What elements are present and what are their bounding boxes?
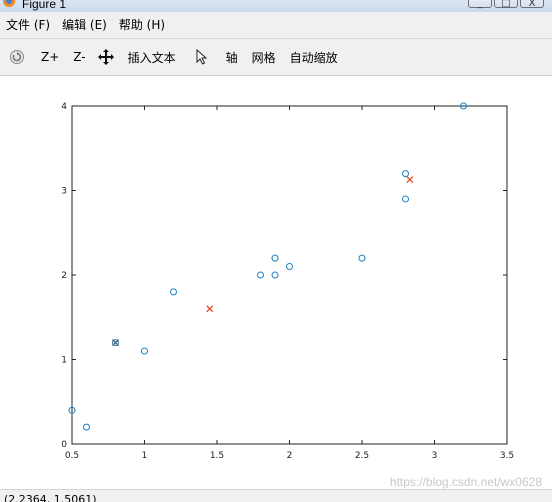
zoom-in-button[interactable]: Z+ (34, 44, 66, 70)
pan-icon (97, 49, 114, 65)
x-tick-label: 2.5 (355, 451, 369, 461)
data-point (402, 195, 409, 203)
y-tick-label: 1 (61, 356, 67, 366)
pan-button[interactable] (95, 44, 117, 70)
autoscale-button[interactable]: 自动缩放 (283, 44, 345, 70)
rotate-icon (10, 50, 24, 64)
menu-bar: 文件 (F) 编辑 (E) 帮助 (H) (0, 12, 552, 38)
toolbar: Z+ Z- 插入文本 轴 网格 自动缩放 (0, 38, 552, 76)
grid-button[interactable]: 网格 (245, 44, 283, 70)
data-point (170, 288, 177, 296)
window-controls: _ □ X (468, 0, 544, 9)
status-bar: (2.2364, 1.5061) (0, 489, 552, 502)
zoom-out-button[interactable]: Z- (66, 44, 92, 70)
y-tick-label: 4 (61, 102, 67, 112)
insert-text-button[interactable]: 插入文本 (121, 44, 183, 70)
data-point (141, 347, 148, 355)
scatter-plot[interactable]: 0.5 1 1.5 2 2.5 3 3.5 0 1 2 3 4 (0, 77, 552, 487)
axes-box (71, 105, 508, 445)
y-tick-label: 2 (61, 271, 67, 281)
x-tick-label: 2 (287, 451, 293, 461)
window-title: Figure 1 (22, 0, 67, 11)
data-point (358, 254, 366, 262)
data-point (402, 170, 409, 178)
data-point (286, 263, 293, 271)
cursor-icon (196, 49, 207, 65)
close-button[interactable]: X (520, 0, 544, 9)
data-point (83, 423, 90, 431)
menu-edit[interactable]: 编辑 (E) (56, 12, 113, 38)
data-point (257, 271, 264, 279)
y-tick-label: 3 (61, 187, 67, 197)
watermark: https://blog.csdn.net/wx0628 (389, 475, 542, 489)
menu-help[interactable]: 帮助 (H) (113, 12, 171, 38)
title-bar: Figure 1 _ □ X (0, 0, 552, 12)
matlab-icon (3, 0, 15, 7)
data-point (271, 271, 279, 279)
menu-file[interactable]: 文件 (F) (0, 12, 56, 38)
data-point (271, 254, 279, 262)
rotate-button[interactable] (6, 44, 28, 70)
plot-area[interactable]: 0.5 1 1.5 2 2.5 3 3.5 0 1 2 3 4 (0, 77, 552, 487)
maximize-button[interactable]: □ (494, 0, 518, 9)
x-tick-label: 3 (432, 451, 438, 461)
x-tick-label: 0.5 (65, 451, 79, 461)
x-tick-label: 3.5 (500, 451, 514, 461)
y-tick-label: 0 (61, 440, 67, 450)
select-button[interactable] (191, 44, 213, 70)
axis-button[interactable]: 轴 (219, 44, 245, 70)
minimize-button[interactable]: _ (468, 0, 492, 9)
x-tick-label: 1 (142, 451, 148, 461)
x-tick-label: 1.5 (210, 451, 224, 461)
